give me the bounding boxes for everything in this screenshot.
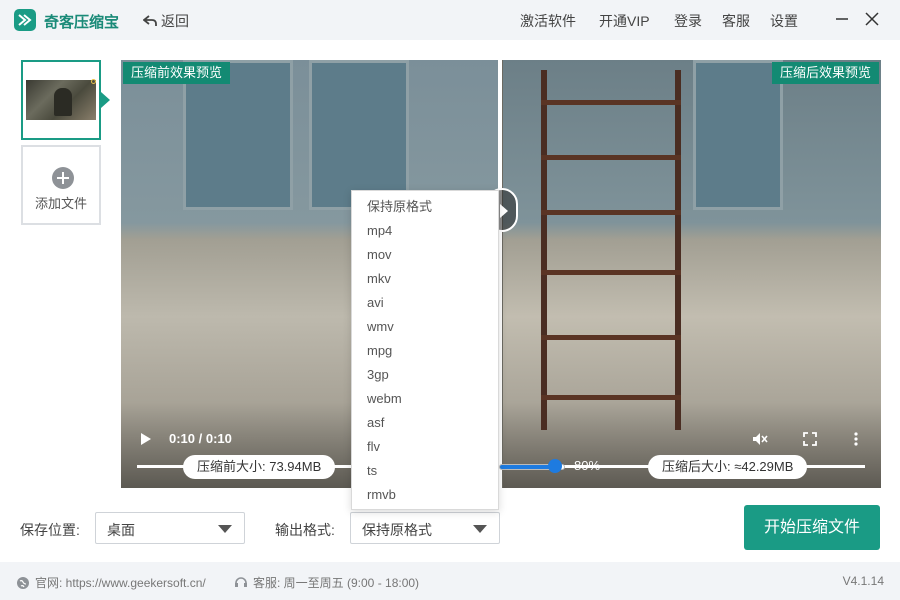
- back-button[interactable]: 返回: [143, 11, 189, 31]
- app-logo-icon: [14, 9, 36, 31]
- add-file-button[interactable]: 添加文件: [21, 145, 101, 225]
- chevron-down-icon: [473, 525, 487, 533]
- mute-icon[interactable]: [751, 430, 769, 451]
- support-hours: 客服: 周一至周五 (9:00 - 18:00): [234, 574, 419, 591]
- format-option[interactable]: 3gp: [352, 363, 498, 387]
- output-format-select[interactable]: 保持原格式: [350, 512, 500, 544]
- version-text: V4.1.14: [842, 574, 884, 588]
- add-file-label: 添加文件: [34, 196, 87, 211]
- support-text: 客服: 周一至周五 (9:00 - 18:00): [253, 576, 420, 590]
- minimize-icon[interactable]: [832, 9, 852, 29]
- more-options-icon[interactable]: [851, 430, 861, 451]
- save-location-label: 保存位置:: [20, 522, 80, 538]
- file-thumbnail[interactable]: [21, 60, 101, 140]
- video-preview: 压缩前效果预览 压缩后效果预览 0:10 / 0:10 压缩前大小: 73.94…: [121, 60, 881, 488]
- back-label: 返回: [161, 13, 189, 29]
- format-option[interactable]: ts: [352, 459, 498, 483]
- output-format-value: 保持原格式: [362, 522, 432, 538]
- back-arrow-icon: [143, 15, 157, 26]
- menu-support[interactable]: 客服: [722, 11, 750, 31]
- ratio-slider-knob[interactable]: [548, 459, 562, 473]
- video-controls: 0:10 / 0:10 压缩前大小: 73.94MB 80% 压缩后大小: ≈4…: [121, 425, 881, 488]
- format-option[interactable]: mov: [352, 243, 498, 267]
- format-dropdown-menu: 保持原格式 mp4 mov mkv avi wmv mpg 3gp webm asf flv ts rm…: [351, 190, 499, 510]
- play-icon[interactable]: [141, 433, 151, 445]
- app-title: 奇客压缩宝: [44, 14, 120, 31]
- before-size-pill: 压缩前大小: 73.94MB: [183, 455, 336, 479]
- menu-login[interactable]: 登录: [674, 11, 702, 31]
- preview-after: [503, 60, 881, 488]
- website-text: 官网: https://www.geekersoft.cn/: [35, 576, 206, 590]
- format-option[interactable]: mkv: [352, 267, 498, 291]
- after-preview-tag: 压缩后效果预览: [771, 62, 879, 84]
- headset-icon: [235, 576, 247, 587]
- format-option[interactable]: rmvb: [352, 483, 498, 507]
- close-icon[interactable]: [862, 9, 882, 29]
- compression-ratio-text: 80%: [574, 458, 601, 473]
- video-timecode: 0:10 / 0:10: [169, 431, 232, 446]
- globe-icon: [17, 576, 29, 589]
- ratio-slider-fill: [500, 465, 551, 469]
- format-option[interactable]: asf: [352, 411, 498, 435]
- save-location-value: 桌面: [107, 522, 135, 538]
- fullscreen-icon[interactable]: [801, 430, 819, 451]
- add-icon: [52, 167, 74, 189]
- format-option[interactable]: mp4: [352, 219, 498, 243]
- menu-settings[interactable]: 设置: [770, 11, 798, 31]
- chevron-down-icon: [218, 525, 232, 533]
- selected-indicator-icon: [101, 92, 110, 108]
- output-format-label: 输出格式:: [275, 522, 335, 538]
- video-thumbnail-image: [26, 80, 96, 120]
- format-option[interactable]: 保持原格式: [352, 195, 498, 219]
- save-location-select[interactable]: 桌面: [95, 512, 245, 544]
- thumbnail-status-dot: [91, 79, 96, 84]
- menu-vip[interactable]: 开通VIP: [599, 11, 650, 31]
- footer: 官网: https://www.geekersoft.cn/ 客服: 周一至周五…: [0, 562, 900, 600]
- format-option[interactable]: flv: [352, 435, 498, 459]
- before-preview-tag: 压缩前效果预览: [123, 62, 231, 84]
- format-option[interactable]: wmv: [352, 315, 498, 339]
- format-option[interactable]: mpg: [352, 339, 498, 363]
- website-link[interactable]: 官网: https://www.geekersoft.cn/: [16, 574, 206, 591]
- after-size-pill: 压缩后大小: ≈42.29MB: [648, 455, 808, 479]
- format-option[interactable]: webm: [352, 387, 498, 411]
- format-option[interactable]: avi: [352, 291, 498, 315]
- menu-activate[interactable]: 激活软件: [520, 11, 576, 31]
- start-compress-button[interactable]: 开始压缩文件: [744, 505, 880, 550]
- title-bar: 奇客压缩宝 返回 激活软件 开通VIP 登录 客服 设置: [0, 0, 900, 40]
